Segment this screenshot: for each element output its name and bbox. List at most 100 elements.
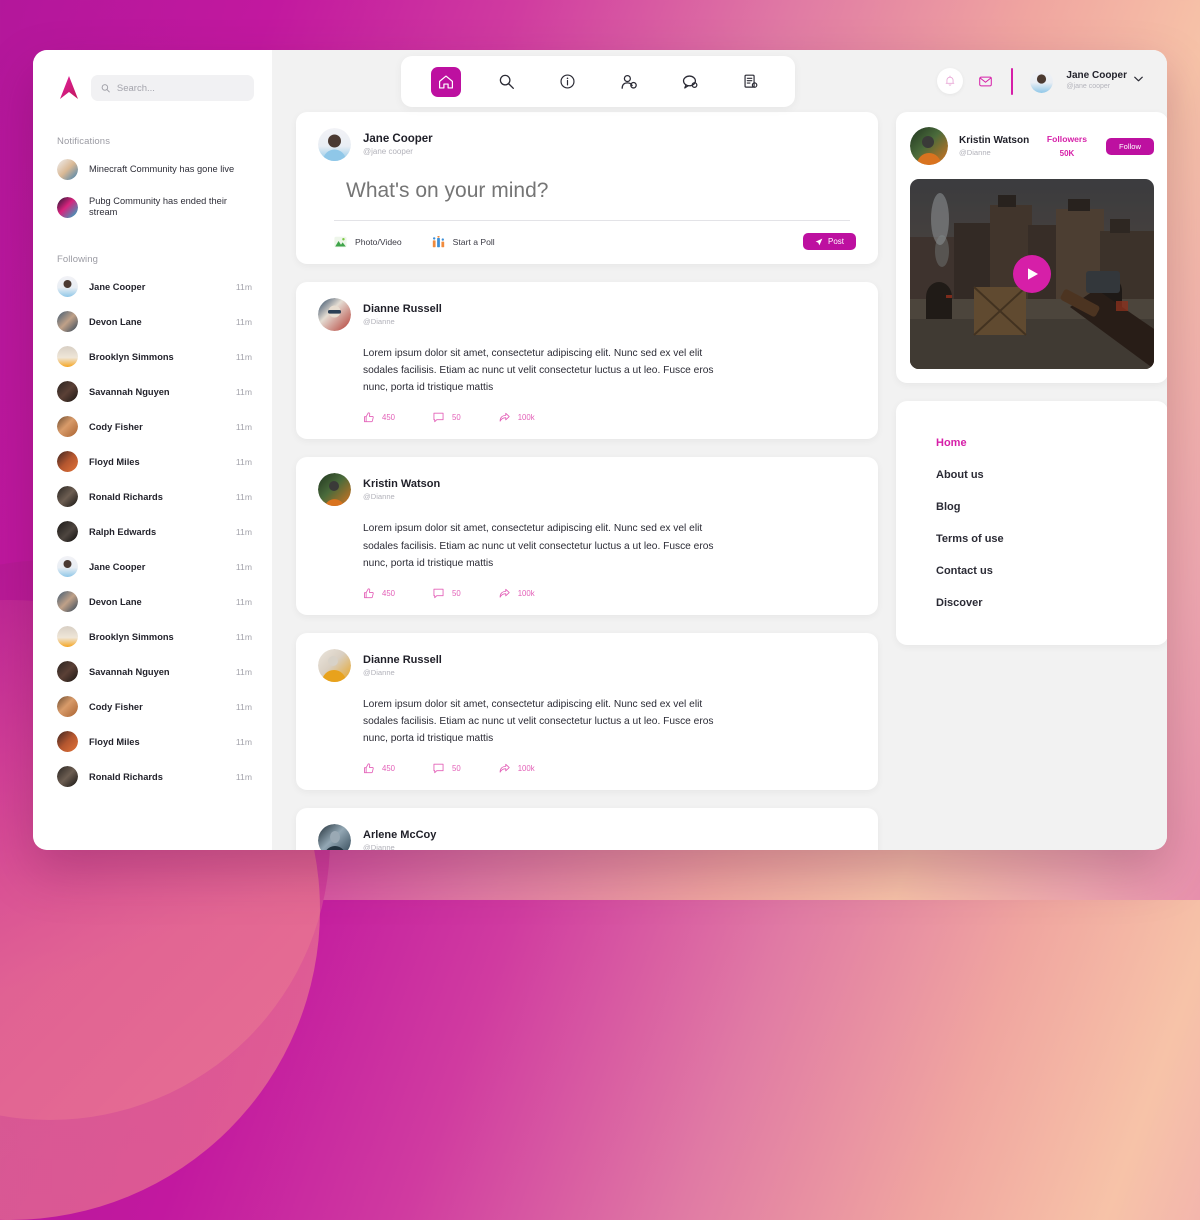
timestamp: 11m (235, 421, 252, 432)
like-count: 450 (382, 413, 396, 423)
post-text-input[interactable] (318, 161, 856, 220)
post-header: Dianne Russell @Dianne (318, 298, 856, 331)
search-icon (499, 74, 514, 89)
search-input[interactable] (116, 82, 244, 94)
link-home[interactable]: Home (936, 427, 1128, 459)
list-item[interactable]: Cody Fisher 11m (33, 409, 272, 444)
search-box[interactable] (91, 75, 254, 101)
list-item[interactable]: Floyd Miles 11m (33, 724, 272, 759)
video-player[interactable] (910, 179, 1154, 369)
comment-button[interactable]: 50 (433, 763, 461, 774)
avatar[interactable] (318, 473, 351, 507)
avatar (57, 276, 78, 298)
share-button[interactable]: 100k (499, 763, 535, 774)
post-button[interactable]: Post (802, 233, 856, 250)
link-about-us[interactable]: About us (936, 459, 1128, 491)
link-blog[interactable]: Blog (936, 491, 1128, 523)
list-item-label: Jane Cooper (89, 561, 146, 572)
nav-document[interactable] (736, 67, 766, 97)
post-author: Dianne Russell @Dianne (363, 653, 442, 678)
comment-button[interactable]: 50 (433, 412, 461, 423)
post-author: Kristin Watson @Dianne (363, 477, 440, 502)
like-button[interactable]: 450 (363, 412, 395, 423)
list-item[interactable]: Ralph Edwards 11m (33, 514, 272, 549)
link-contact-us[interactable]: Contact us (936, 555, 1128, 587)
author-name: Arlene McCoy (363, 829, 437, 842)
top-right-controls: Jane Cooper @jane cooper (937, 58, 1143, 104)
list-item[interactable]: Ronald Richards 11m (33, 759, 272, 794)
nav-profile[interactable] (614, 67, 644, 97)
author-name: Kristin Watson (363, 478, 441, 491)
post-card: Dianne Russell @Dianne Lorem ipsum dolor… (296, 632, 878, 791)
post-card: Arlene McCoy @Dianne Lorem ipsum dolor s… (296, 808, 878, 850)
post-actions: 450 50 100k (363, 412, 856, 423)
share-button[interactable]: 100k (499, 588, 535, 599)
profile-name: Kristin Watson (959, 135, 1030, 147)
nav-home[interactable] (430, 66, 461, 97)
like-button[interactable]: 450 (363, 588, 395, 599)
notifications-button[interactable] (937, 68, 964, 94)
list-item[interactable]: Cody Fisher 11m (33, 689, 272, 724)
avatar[interactable] (318, 298, 351, 331)
home-icon (438, 74, 453, 89)
list-item-label: Ronald Richards (89, 771, 163, 782)
chevron-down-icon[interactable] (1134, 76, 1143, 82)
composer-toolbar: Photo/Video Start a Poll Post (318, 221, 856, 250)
divider (1011, 67, 1014, 95)
link-discover[interactable]: Discover (936, 587, 1128, 619)
nav-chat[interactable] (675, 67, 705, 97)
user-menu[interactable]: Jane Cooper @jane cooper (1066, 70, 1127, 91)
list-item[interactable]: Savannah Nguyen 11m (33, 374, 272, 409)
composer-header: Jane Cooper @jane cooper (318, 128, 856, 161)
avatar (57, 626, 78, 648)
photo-video-button[interactable]: Photo/Video (334, 236, 402, 248)
comment-count: 50 (452, 588, 461, 598)
nav-info[interactable] (553, 67, 583, 97)
avatar (57, 451, 78, 473)
list-item-label: Devon Lane (89, 596, 142, 607)
nav-search[interactable] (492, 67, 522, 97)
list-item[interactable]: Jane Cooper 11m (33, 549, 272, 584)
following-list: Jane Cooper 11m Devon Lane 11m Brooklyn … (33, 269, 272, 794)
list-item[interactable]: Devon Lane 11m (33, 584, 272, 619)
list-item[interactable]: Brooklyn Simmons 11m (33, 619, 272, 654)
post-header: Dianne Russell @Dianne (318, 648, 856, 682)
followers-label: Followers (1046, 133, 1088, 144)
composer-author: Jane Cooper @jane cooper (363, 132, 433, 157)
list-item[interactable]: Ronald Richards 11m (33, 479, 272, 514)
list-item[interactable]: Brooklyn Simmons 11m (33, 339, 272, 374)
comment-button[interactable]: 50 (433, 588, 461, 599)
avatar (57, 311, 78, 333)
list-item[interactable]: Devon Lane 11m (33, 304, 272, 339)
user-name: Jane Cooper (1066, 70, 1127, 82)
list-item[interactable]: Savannah Nguyen 11m (33, 654, 272, 689)
avatar (57, 416, 78, 438)
timestamp: 11m (235, 526, 252, 537)
messages-button[interactable] (976, 72, 994, 90)
share-button[interactable]: 100k (499, 412, 535, 423)
like-button[interactable]: 450 (363, 763, 395, 774)
play-button[interactable] (1013, 255, 1051, 293)
post-actions: 450 50 100k (363, 588, 856, 599)
app-logo-icon[interactable] (57, 75, 81, 101)
app-window: Notifications Minecraft Community has go… (33, 50, 1167, 850)
follow-button[interactable]: Follow (1106, 137, 1154, 155)
notification-item[interactable]: Minecraft Community has gone live (33, 151, 272, 188)
avatar (318, 128, 351, 161)
photo-video-label: Photo/Video (355, 236, 402, 247)
list-item-label: Brooklyn Simmons (89, 351, 174, 362)
search-icon (101, 84, 110, 93)
link-terms-of-use[interactable]: Terms of use (936, 523, 1128, 555)
document-icon (744, 74, 758, 88)
post-header: Kristin Watson @Dianne (318, 473, 856, 507)
avatar[interactable] (318, 648, 351, 682)
list-item[interactable]: Floyd Miles 11m (33, 444, 272, 479)
notification-item[interactable]: Pubg Community has ended their stream (33, 188, 272, 226)
list-item[interactable]: Jane Cooper 11m (33, 269, 272, 304)
like-count: 450 (382, 588, 396, 598)
avatar[interactable] (910, 127, 948, 165)
like-count: 450 (382, 764, 396, 774)
start-poll-button[interactable]: Start a Poll (432, 235, 495, 248)
avatar[interactable] (1030, 69, 1054, 93)
avatar[interactable] (318, 824, 351, 850)
